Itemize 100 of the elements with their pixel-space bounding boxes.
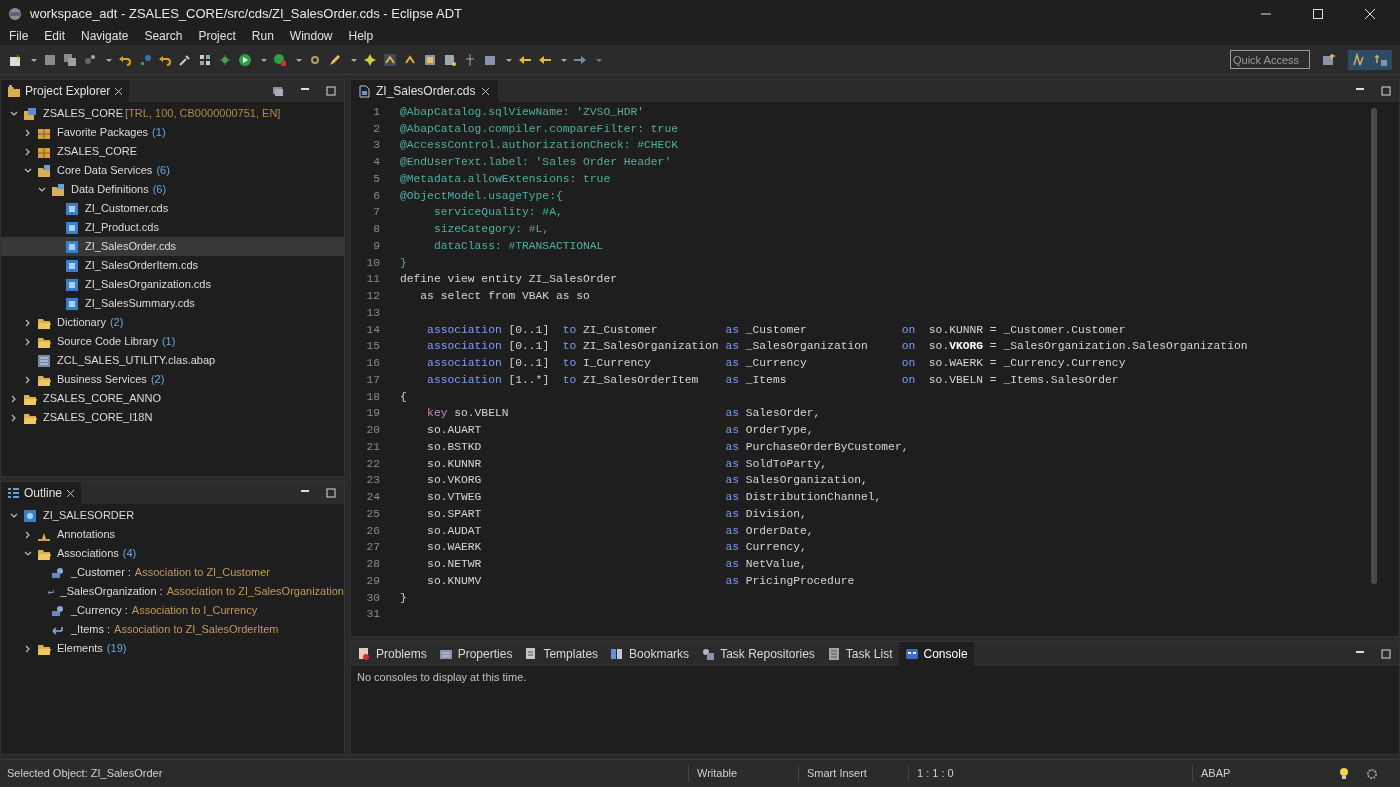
tree-item[interactable]: Associations (57, 545, 119, 562)
line-number: 7 (372, 205, 381, 221)
tree-item[interactable]: ZI_Product.cds (85, 219, 159, 236)
code-line: @ObjectModel.usageType:{ (400, 188, 563, 204)
close-icon[interactable] (1364, 7, 1376, 20)
tree-item[interactable]: _Currency (71, 602, 122, 619)
tree-item[interactable]: Favorite Packages (57, 124, 149, 141)
status-text: 1 : 1 : 0 (908, 765, 1192, 782)
line-number: 20 (365, 423, 381, 439)
line-number: 28 (365, 557, 381, 573)
tree-item[interactable]: Data Definitions (71, 181, 149, 198)
sparkle-icon[interactable] (363, 52, 377, 67)
collapse-all-icon[interactable] (272, 85, 284, 97)
line-number: 29 (365, 573, 381, 589)
line-number: 6 (372, 188, 381, 204)
code-line: as select from VBAK as so (419, 289, 590, 305)
tree-item[interactable]: Elements (57, 640, 103, 657)
menu-item[interactable]: Navigate (74, 27, 136, 45)
tree-item[interactable]: ZSALES_CORE_ANNO (43, 390, 161, 407)
annotation-icon[interactable] (443, 52, 457, 67)
tree-item[interactable]: ZI_SalesOrganization.cds (85, 276, 211, 293)
close-icon[interactable] (114, 86, 124, 96)
tree-item[interactable]: ZI_SalesOrderItem.cds (85, 257, 199, 274)
line-number: 18 (365, 389, 381, 405)
tree-item[interactable]: _Customer (71, 564, 125, 581)
line-number: 3 (372, 138, 381, 154)
line-number: 31 (365, 607, 381, 623)
close-icon[interactable] (66, 488, 76, 498)
line-number: 10 (365, 255, 381, 271)
pin-icon[interactable] (463, 52, 477, 67)
line-number: 27 (365, 540, 381, 556)
document-icon (65, 201, 79, 216)
code-line: } (400, 590, 407, 606)
tree-item[interactable]: Business Services (57, 371, 147, 388)
menu-item[interactable]: File (2, 27, 36, 45)
code-line: so.KUNNR as SoldToParty, (426, 456, 828, 472)
line-number: 30 (365, 590, 381, 606)
run-icon[interactable] (238, 52, 252, 67)
grid-icon[interactable] (198, 52, 212, 67)
item-count: (2) (150, 372, 165, 388)
tree-item[interactable]: ZI_SALESORDER (43, 507, 135, 524)
tree-item[interactable]: ZI_Customer.cds (85, 200, 169, 217)
code-line: @AccessControl.authorizationCheck: #CHECK (400, 138, 678, 154)
tree-item[interactable]: ZSALES_CORE (57, 143, 138, 160)
tree-item[interactable]: Dictionary (57, 314, 106, 331)
pencil-icon[interactable] (328, 52, 342, 67)
tree-item[interactable]: Source Code Library (57, 333, 158, 350)
tree-item[interactable]: Annotations (57, 526, 116, 543)
panel-tab[interactable]: Task List (820, 642, 899, 666)
maximize-icon[interactable] (326, 488, 336, 498)
menu-item[interactable]: Help (341, 27, 381, 45)
separator: : (107, 622, 111, 638)
tree-item[interactable]: Core Data Services (57, 162, 153, 179)
maximize-icon[interactable] (326, 86, 336, 96)
console-message: No consoles to display at this time. (356, 670, 528, 685)
code-line: so.BSTKD as PurchaseOrderByCustomer, (426, 439, 909, 455)
wrench-icon[interactable] (178, 52, 192, 67)
panel-tab[interactable]: Bookmarks (604, 642, 696, 666)
separator: : (124, 603, 128, 619)
tree-item[interactable]: ZCL_SALES_UTILITY.clas.abap (57, 352, 216, 369)
document-icon (65, 239, 79, 254)
project-icon (23, 106, 37, 121)
code-line: so.AUDAT as OrderDate, (426, 523, 814, 539)
menu-item[interactable]: Run (244, 27, 281, 45)
maximize-icon[interactable] (1381, 649, 1391, 659)
scrollbar-thumb[interactable] (1371, 108, 1377, 584)
panel-tab[interactable]: Templates (518, 642, 605, 666)
menu-item[interactable]: Edit (37, 27, 73, 45)
folder-tree-icon (7, 84, 21, 98)
perspective-icon[interactable] (1374, 52, 1388, 67)
menu-item[interactable]: Search (137, 27, 190, 45)
item-count: (4) (122, 546, 137, 562)
save-icon[interactable] (43, 52, 57, 67)
tree-item[interactable]: _Items (71, 621, 104, 638)
tree-item[interactable]: _SalesOrganization (60, 583, 157, 600)
panel-tab[interactable]: Problems (351, 642, 433, 666)
panel-tab[interactable]: Task Repositories (695, 642, 821, 666)
maximize-icon[interactable] (1312, 7, 1324, 20)
tree-item[interactable]: ZSALES_CORE_I18N (43, 409, 153, 426)
status-text: Smart Insert (798, 765, 908, 782)
save-all-icon[interactable] (63, 52, 77, 67)
tree-item[interactable]: ZSALES_CORE (43, 105, 124, 122)
panel-tab[interactable]: Console (898, 642, 974, 666)
perspective-icon[interactable] (1352, 52, 1366, 67)
layout-icon[interactable] (423, 52, 437, 67)
code-line: association [0..1] to I_Currency as _Currency on so.WAERK = _Currency.Currency (426, 356, 1126, 372)
menu-item[interactable]: Window (282, 27, 340, 45)
run-config-icon[interactable] (273, 52, 287, 67)
close-icon[interactable] (481, 86, 491, 96)
lightbulb-icon[interactable] (1338, 766, 1350, 781)
open-perspective-icon[interactable] (1322, 52, 1336, 67)
menu-item[interactable]: Project (191, 27, 243, 45)
maximize-icon[interactable] (1381, 86, 1391, 96)
panel-tab[interactable]: Properties (432, 642, 519, 666)
association-detail: Association to ZI_SalesOrderItem (114, 622, 279, 638)
item-count: (6) (152, 182, 167, 198)
tree-item[interactable]: ZI_SalesSummary.cds (85, 295, 195, 312)
perspective-switcher[interactable] (1348, 49, 1392, 70)
quick-access-field[interactable]: Quick Access (1230, 50, 1310, 69)
code-line: dataClass: #TRANSACTIONAL (432, 238, 604, 254)
